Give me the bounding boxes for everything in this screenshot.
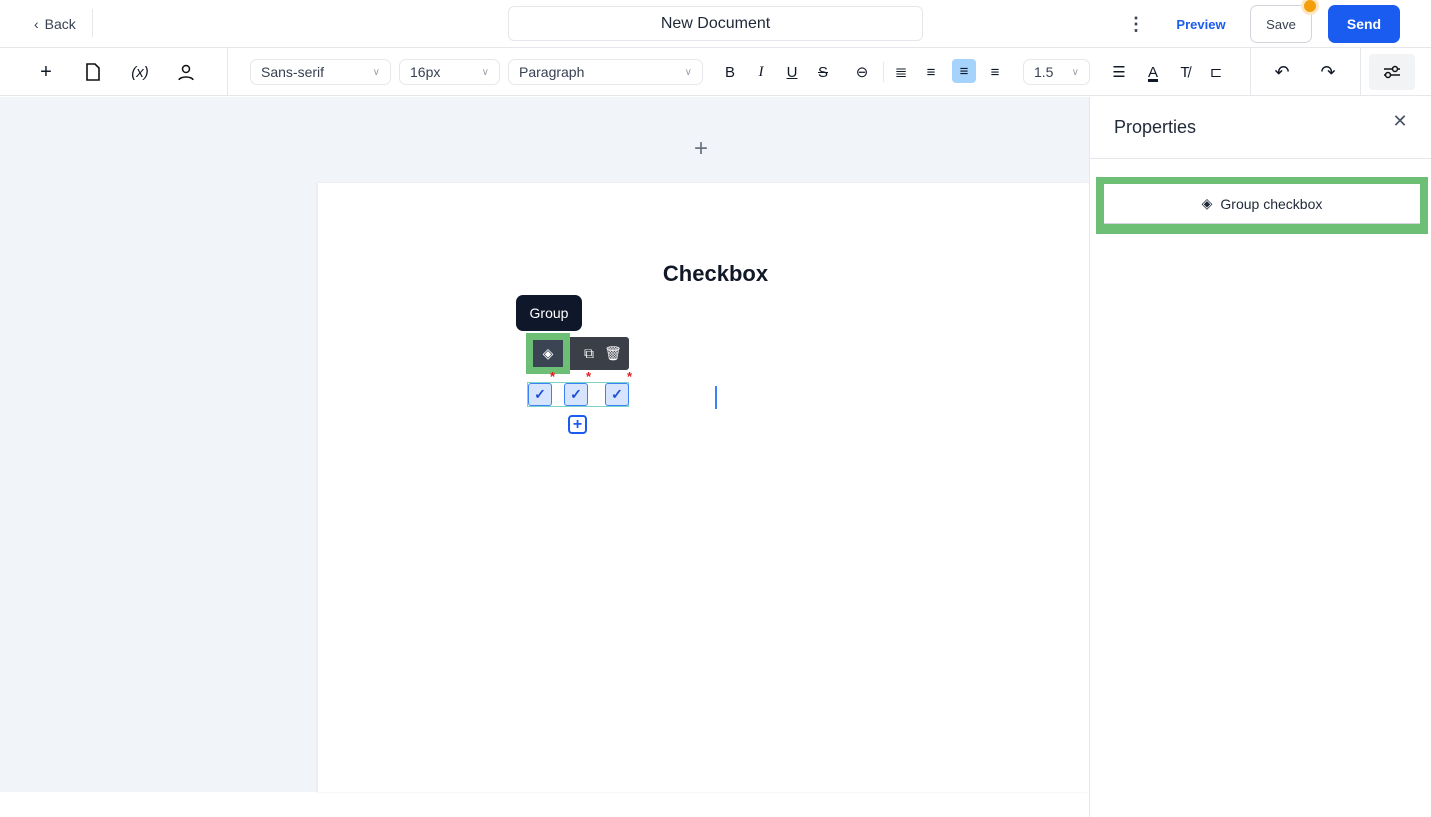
top-bar: ‹ Back New Document ⋮ Preview Save Send [0,0,1431,48]
document-page[interactable]: Checkbox Group ◈ ⧉ 🗑 ✓ ✓ ✓ * * * + [318,183,1089,792]
document-icon[interactable] [80,59,106,85]
text-field-icon[interactable]: ⊏ [1203,59,1229,85]
layers-icon: ◈ [533,340,563,367]
document-heading: Checkbox [662,261,769,286]
required-mark: * [550,369,556,384]
undo-icon[interactable]: ↶ [1269,59,1295,85]
document-title-input[interactable]: New Document [508,6,923,41]
divider [1360,48,1361,96]
panel-title: Properties [1114,117,1197,137]
redo-icon[interactable]: ↷ [1315,59,1341,85]
align-left-icon[interactable]: ≡ [918,59,944,85]
layers-icon: ◈ [1201,195,1213,211]
bullet-list-icon[interactable]: ☰ [1106,59,1132,85]
group-checkbox-button[interactable]: ◈ Group checkbox [1104,184,1420,224]
align-right-icon[interactable]: ≡ [982,59,1008,85]
align-center-icon[interactable]: ≡ [952,59,976,83]
divider [1090,158,1431,159]
text-cursor [715,386,717,409]
checkbox-3[interactable]: ✓ [605,383,629,406]
add-checkbox-button[interactable]: + [568,415,587,434]
settings-sliders-icon[interactable] [1369,54,1415,90]
copy-icon[interactable]: ⧉ [578,341,600,365]
chevron-down-icon: ∨ [1071,66,1079,78]
clear-format-icon[interactable]: T̸ [1172,59,1198,85]
chevron-down-icon: ∨ [481,66,489,78]
chevron-down-icon: ∨ [372,66,380,78]
add-page-icon[interactable]: + [694,135,708,163]
line-height-select[interactable]: 1.5 ∨ [1023,59,1090,85]
divider [1250,48,1251,96]
strikethrough-icon[interactable]: S [810,59,836,85]
canvas: + Checkbox Group ◈ ⧉ 🗑 ✓ ✓ ✓ * * * + [0,97,1089,792]
align-justify-icon[interactable]: ≣ [888,59,914,85]
back-button[interactable]: ‹ Back [34,14,76,34]
save-button[interactable]: Save [1250,5,1312,43]
add-icon[interactable]: + [33,59,59,85]
underline-icon[interactable]: U [779,59,805,85]
link-icon[interactable]: ⊖ [849,59,875,85]
bold-icon[interactable]: B [717,59,743,85]
group-button[interactable]: ◈ [526,333,570,374]
properties-panel: Properties ✕ ◈ Group checkbox [1089,97,1431,817]
block-type-select[interactable]: Paragraph ∨ [508,59,703,85]
trash-icon[interactable]: 🗑 [602,341,624,365]
unsaved-indicator [1304,0,1316,12]
font-size-select[interactable]: 16px ∨ [399,59,500,85]
divider [883,62,884,82]
variable-icon[interactable]: (x) [127,59,153,85]
more-options-icon[interactable]: ⋮ [1126,12,1146,36]
italic-icon[interactable]: I [748,59,774,85]
text-color-icon[interactable]: A [1140,59,1166,85]
divider [227,48,228,96]
checkbox-1[interactable]: ✓ [528,383,552,406]
font-family-select[interactable]: Sans-serif ∨ [250,59,391,85]
toolbar: + (x) Sans-serif ∨ 16px ∨ Paragraph ∨ B I U… [0,48,1431,96]
user-icon[interactable] [173,59,199,85]
close-icon[interactable]: ✕ [1390,111,1410,131]
required-mark: * [627,369,633,384]
required-mark: * [586,369,592,384]
checkbox-2[interactable]: ✓ [564,383,588,406]
chevron-down-icon: ∨ [684,66,692,78]
group-tooltip: Group [516,295,582,331]
preview-button[interactable]: Preview [1168,12,1234,36]
chevron-left-icon: ‹ [34,16,39,32]
divider [92,9,93,37]
send-button[interactable]: Send [1328,5,1400,43]
